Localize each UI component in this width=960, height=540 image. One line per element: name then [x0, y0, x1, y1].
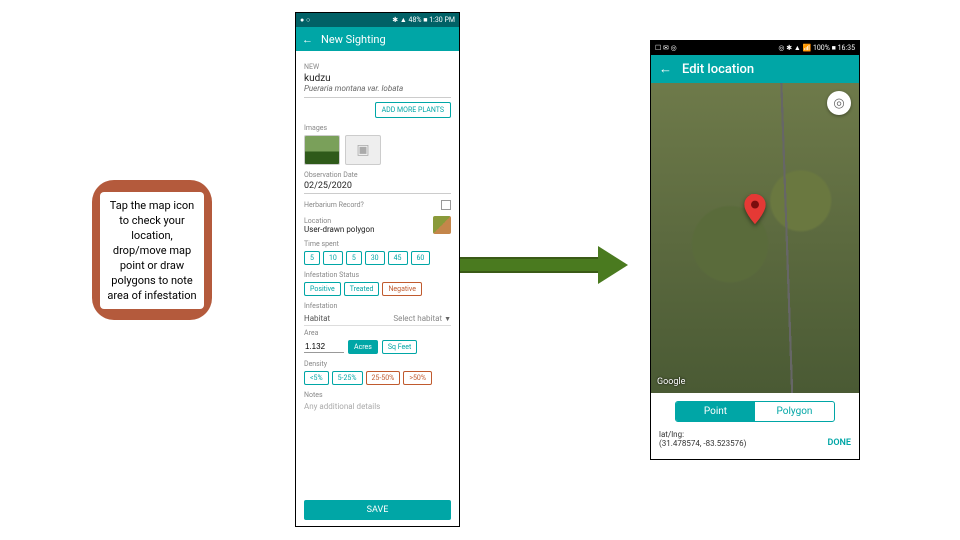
add-image-button[interactable]: ▣ — [345, 135, 381, 165]
species-latin-name: Pueraria montana var. lobata — [304, 84, 451, 93]
add-more-plants-button[interactable]: ADD MORE PLANTS — [375, 102, 451, 118]
infestation-label: Infestation — [304, 302, 451, 310]
camera-icon: ▣ — [356, 142, 369, 158]
back-icon[interactable]: ← — [659, 61, 672, 77]
status-chip-positive[interactable]: Positive — [304, 282, 341, 296]
status-left: ☐ ✉ ◎ — [655, 44, 677, 52]
map-pin[interactable] — [744, 194, 766, 226]
google-watermark: Google — [657, 377, 685, 387]
phone-edit-location: ☐ ✉ ◎ ◎ ✱ ▲ 📶 100% ■ 16:35 ← Edit locati… — [650, 40, 860, 460]
my-location-button[interactable]: ◎ — [827, 91, 851, 115]
back-icon[interactable]: ← — [302, 33, 313, 46]
images-label: Images — [304, 124, 451, 132]
time-spent-chips: 5 10 5 30 45 60 — [304, 251, 451, 265]
segment-point[interactable]: Point — [676, 402, 755, 421]
section-species-label: NEW — [304, 63, 451, 71]
herbarium-label: Herbarium Record? — [304, 201, 364, 209]
density-chip[interactable]: 25-50% — [366, 371, 401, 385]
page-title: New Sighting — [321, 33, 386, 46]
infestation-status-label: Infestation Status — [304, 271, 451, 279]
crosshair-icon: ◎ — [833, 96, 844, 111]
image-thumb[interactable] — [304, 135, 340, 165]
habitat-field-label: Habitat — [304, 314, 330, 323]
latlng-value: (31.478574, -83.523576) — [659, 439, 746, 448]
habitat-value: Select habitat — [393, 314, 442, 323]
annotation-arrow — [450, 250, 630, 280]
map-view[interactable]: ◎ Google — [651, 83, 859, 393]
chevron-down-icon: ▼ — [444, 315, 451, 323]
density-chips: <5% 5-25% 25-50% >50% — [304, 371, 451, 385]
page-title: Edit location — [682, 62, 754, 77]
time-spent-label: Time spent — [304, 240, 451, 248]
notes-input[interactable]: Any additional details — [304, 402, 451, 411]
species-common-name: kudzu — [304, 73, 451, 84]
herbarium-checkbox[interactable] — [441, 200, 451, 210]
location-value: User-drawn polygon — [304, 225, 375, 234]
species-block: kudzu Pueraria montana var. lobata — [304, 73, 451, 98]
callout-text: Tap the map icon to check your location,… — [100, 192, 204, 309]
latlng-block: lat/lng: (31.478574, -83.523576) — [659, 430, 746, 448]
time-chip[interactable]: 30 — [365, 251, 385, 265]
status-left: ● ○ — [300, 16, 310, 24]
time-chip[interactable]: 10 — [323, 251, 343, 265]
instruction-callout: Tap the map icon to check your location,… — [92, 180, 212, 320]
time-chip[interactable]: 5 — [304, 251, 320, 265]
habitat-select[interactable]: Habitat Select habitat ▼ — [304, 312, 451, 326]
save-button[interactable]: SAVE — [304, 500, 451, 520]
location-label: Location — [304, 217, 375, 225]
time-chip[interactable]: 5 — [346, 251, 362, 265]
map-icon[interactable] — [433, 216, 451, 234]
status-right: ◎ ✱ ▲ 📶 100% ■ 16:35 — [778, 44, 855, 52]
density-chip[interactable]: <5% — [304, 371, 329, 385]
obs-date-label: Observation Date — [304, 171, 451, 179]
area-input[interactable] — [304, 341, 344, 353]
done-button[interactable]: DONE — [827, 438, 851, 448]
pin-icon — [744, 194, 766, 224]
form-content: NEW kudzu Pueraria montana var. lobata A… — [296, 51, 459, 417]
unit-acres[interactable]: Acres — [348, 340, 378, 354]
density-chip[interactable]: 5-25% — [332, 371, 363, 385]
latlng-label: lat/lng: — [659, 430, 746, 439]
image-thumbs: ▣ — [304, 135, 451, 165]
status-right: ✱ ▲ 48% ■ 1:30 PM — [392, 16, 455, 24]
density-chip[interactable]: >50% — [403, 371, 432, 385]
app-bar: ← New Sighting — [296, 27, 459, 51]
status-chip-treated[interactable]: Treated — [344, 282, 380, 296]
bottom-panel: Point Polygon lat/lng: (31.478574, -83.5… — [651, 393, 859, 456]
segment-polygon[interactable]: Polygon — [755, 402, 834, 421]
notes-label: Notes — [304, 391, 451, 399]
app-bar: ← Edit location — [651, 55, 859, 83]
density-label: Density — [304, 360, 451, 368]
status-bar: ● ○ ✱ ▲ 48% ■ 1:30 PM — [296, 13, 459, 27]
status-chip-negative[interactable]: Negative — [382, 282, 422, 296]
infestation-status-chips: Positive Treated Negative — [304, 282, 451, 296]
time-chip[interactable]: 60 — [411, 251, 431, 265]
geometry-segmented: Point Polygon — [675, 401, 835, 422]
observation-date[interactable]: 02/25/2020 — [304, 181, 451, 194]
time-chip[interactable]: 45 — [388, 251, 408, 265]
area-label: Area — [304, 329, 318, 337]
unit-sqfeet[interactable]: Sq Feet — [382, 340, 417, 354]
status-bar: ☐ ✉ ◎ ◎ ✱ ▲ 📶 100% ■ 16:35 — [651, 41, 859, 55]
phone-new-sighting: ● ○ ✱ ▲ 48% ■ 1:30 PM ← New Sighting NEW… — [295, 12, 460, 527]
